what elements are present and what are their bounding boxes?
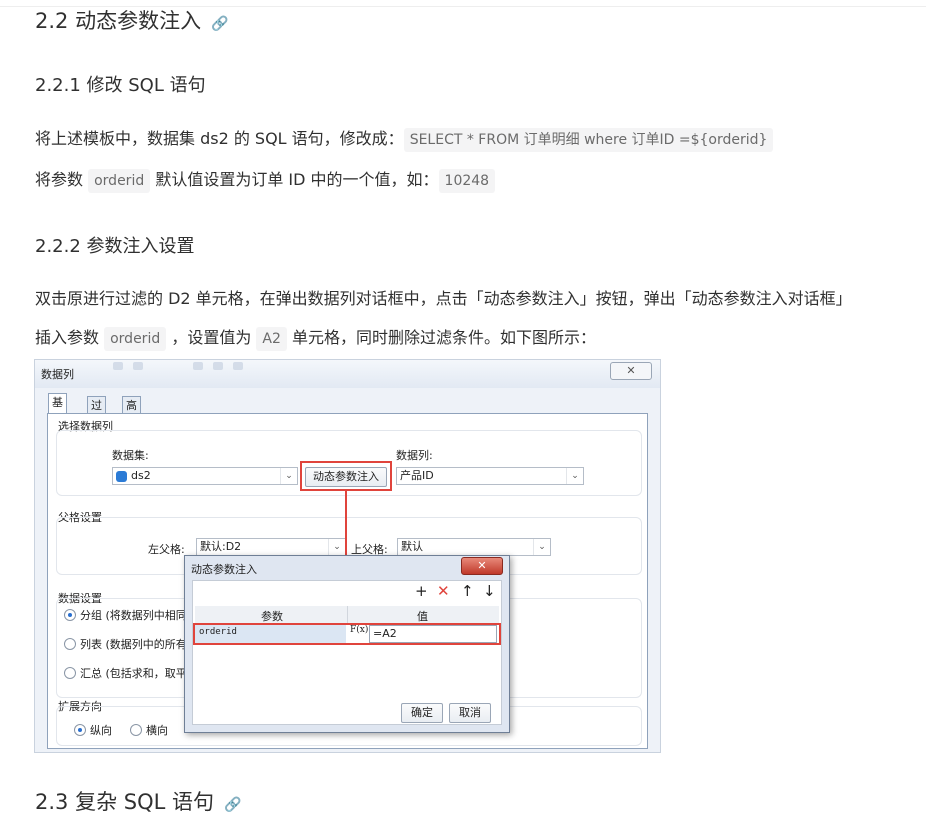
radio-group-option[interactable] — [64, 609, 76, 621]
heading-2-2: 2.2 动态参数注入 🔗 — [35, 5, 229, 35]
paragraph-insert: 插入参数 orderid ，设置值为 A2 单元格，同时删除过滤条件。如下图所示… — [35, 324, 597, 351]
left-parent-select[interactable]: 默认:D2 ⌄ — [196, 538, 346, 556]
top-parent-select[interactable]: 默认 ⌄ — [397, 538, 551, 556]
paragraph-default: 将参数 orderid 默认值设置为订单 ID 中的一个值，如： 10248 — [35, 166, 496, 193]
tab-filter[interactable]: 过滤 — [87, 396, 106, 429]
ghost-toolbar-icon — [113, 362, 123, 370]
heading-text: 2.2 动态参数注入 — [35, 9, 202, 33]
dialog-screenshot: 数据列 ✕ 基本 过滤 高级 选择数据列 数据集: ds2 ⌄ 动态参数注入 数… — [34, 359, 661, 753]
radio-group-label: 分组 (将数据列中相同 — [80, 609, 187, 622]
add-icon[interactable]: + — [415, 583, 428, 599]
ghost-toolbar-icon — [233, 362, 243, 370]
inline-code-value: 10248 — [438, 169, 496, 193]
left-parent-value: 默认:D2 — [200, 540, 242, 553]
dialog-close-button[interactable]: ✕ — [461, 557, 503, 575]
arrow-up-icon[interactable]: ↑ — [461, 583, 474, 599]
cancel-button[interactable]: 取消 — [449, 703, 491, 723]
radio-horizontal-label: 横向 — [146, 724, 168, 737]
inline-code-orderid: orderid — [88, 169, 151, 193]
row-highlight-box — [193, 623, 501, 645]
window-title: 数据列 — [41, 368, 74, 381]
paragraph-text: ，设置值为 — [171, 328, 252, 347]
paragraph-text: 默认值设置为订单 ID 中的一个值，如： — [155, 170, 439, 189]
radio-summary-option[interactable] — [64, 667, 76, 679]
heading-text: 2.3 复杂 SQL 语句 — [35, 790, 214, 814]
column-value: 产品ID — [400, 469, 434, 482]
column-label: 数据列: — [396, 449, 433, 462]
paragraph-steps: 双击原进行过滤的 D2 单元格，在弹出数据列对话框中，点击「动态参数注入」按钮，… — [35, 289, 852, 308]
radio-vertical-option[interactable] — [74, 724, 86, 736]
radio-list-label: 列表 (数据列中的所有 — [80, 638, 187, 651]
left-parent-label: 左父格: — [148, 543, 185, 556]
link-icon[interactable]: 🔗 — [224, 797, 241, 813]
window-close-button[interactable]: ✕ — [610, 362, 652, 380]
paragraph-text: 将上述模板中，数据集 ds2 的 SQL 语句，修改成： — [35, 129, 404, 148]
database-icon — [116, 471, 127, 482]
paragraph-sql: 将上述模板中，数据集 ds2 的 SQL 语句，修改成： SELECT * FRO… — [35, 125, 774, 152]
dialog-title: 动态参数注入 — [191, 563, 257, 576]
dataset-select[interactable]: ds2 ⌄ — [112, 467, 298, 485]
heading-2-2-1: 2.2.1 修改 SQL 语句 — [35, 75, 206, 96]
col-param-header: 参数 — [261, 610, 283, 623]
paragraph-text: 单元格，同时删除过滤条件。如下图所示： — [292, 328, 597, 347]
highlight-box — [300, 461, 392, 491]
heading-2-3: 2.3 复杂 SQL 语句 🔗 — [35, 786, 241, 816]
radio-summary-label: 汇总 (包括求和，取平 — [80, 667, 187, 680]
arrow-down-icon[interactable]: ↓ — [483, 583, 496, 599]
tab-advanced[interactable]: 高级 — [122, 396, 141, 429]
paragraph-text: 插入参数 — [35, 328, 100, 347]
paragraph-text: 将参数 — [35, 170, 84, 189]
radio-horizontal-option[interactable] — [130, 724, 142, 736]
heading-2-2-2: 2.2.2 参数注入设置 — [35, 236, 195, 257]
radio-list-option[interactable] — [64, 638, 76, 650]
inline-code-a2: A2 — [256, 327, 287, 351]
ghost-toolbar-icon — [193, 362, 203, 370]
radio-vertical-label: 纵向 — [90, 724, 112, 737]
dataset-label: 数据集: — [112, 449, 149, 462]
col-value-header: 值 — [417, 610, 428, 623]
chevron-down-icon: ⌄ — [566, 468, 583, 484]
ghost-toolbar-icon — [133, 362, 143, 370]
link-icon[interactable]: 🔗 — [211, 16, 228, 32]
ghost-toolbar-icon — [213, 362, 223, 370]
dynamic-param-dialog: 动态参数注入 ✕ + ✕ ↑ ↓ 参数 值 orderid F(x) =A2 确… — [184, 555, 510, 733]
window-titlebar — [35, 360, 660, 388]
delete-icon[interactable]: ✕ — [437, 583, 450, 599]
inline-code-sql: SELECT * FROM 订单明细 where 订单ID =${orderid… — [403, 128, 774, 152]
dataset-value: ds2 — [131, 469, 151, 482]
tab-basic[interactable]: 基本 — [48, 393, 67, 426]
chevron-down-icon: ⌄ — [533, 539, 550, 555]
column-select[interactable]: 产品ID ⌄ — [396, 467, 584, 485]
inline-code-orderid: orderid — [104, 327, 167, 351]
ok-button[interactable]: 确定 — [401, 703, 443, 723]
col-divider — [347, 606, 348, 624]
top-parent-value: 默认 — [401, 540, 423, 553]
dialog-body: + ✕ ↑ ↓ 参数 值 orderid F(x) =A2 确定 取消 — [192, 580, 502, 725]
chevron-down-icon: ⌄ — [280, 468, 297, 484]
